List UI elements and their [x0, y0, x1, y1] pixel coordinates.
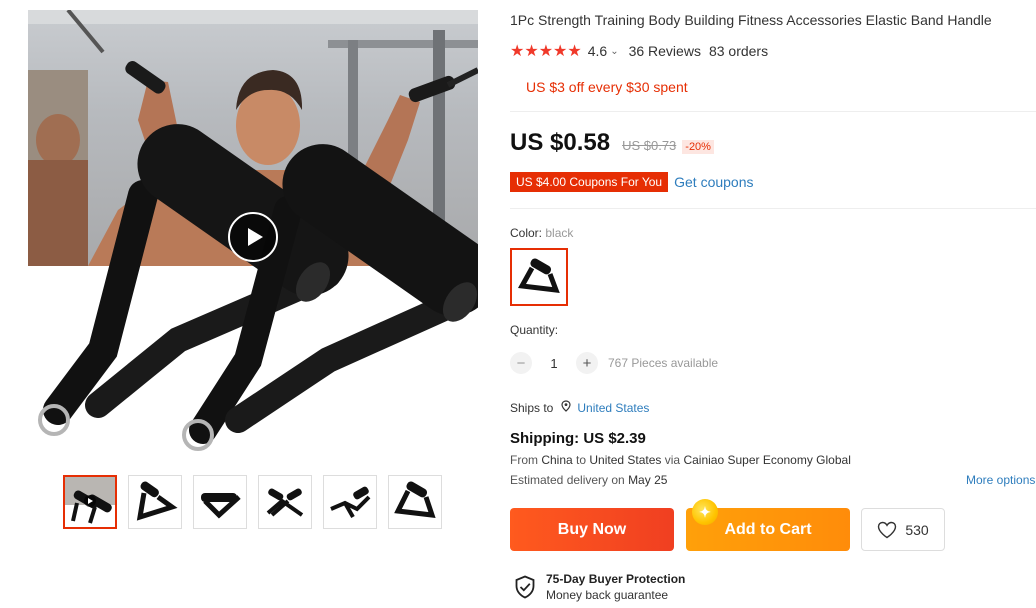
to-label: to	[576, 453, 590, 467]
delivery-label: Estimated delivery on	[510, 473, 629, 487]
get-coupons-link[interactable]: Get coupons	[674, 174, 753, 190]
thumbnail-video-preview	[65, 477, 115, 527]
handle-thumbnail-image	[136, 481, 178, 521]
heart-icon	[877, 521, 897, 539]
shipping-route: From China to United States via Cainiao …	[510, 453, 851, 467]
discount-badge: -20%	[682, 140, 714, 154]
ships-to-label: Ships to	[510, 400, 554, 415]
shield-check-icon	[514, 575, 536, 599]
thumbnail-3[interactable]	[193, 475, 247, 529]
buy-now-button[interactable]: Buy Now	[510, 508, 674, 551]
wishlist-button[interactable]: 530	[861, 508, 945, 551]
thumbnail-6[interactable]	[388, 475, 442, 529]
store-promo-text[interactable]: US $3 off every $30 spent	[526, 79, 688, 95]
ships-to-row: Ships to United States	[510, 400, 649, 415]
original-price: US $0.73	[622, 138, 677, 153]
protection-subtitle: Money back guarantee	[546, 588, 669, 602]
handle-thumbnail-image	[394, 481, 436, 518]
ship-country-selector[interactable]: United States	[577, 401, 649, 415]
play-icon	[247, 228, 263, 246]
coupon-badge[interactable]: US $4.00 Coupons For You	[510, 172, 669, 192]
protection-text: 75-Day Buyer Protection Money back guara…	[546, 572, 685, 602]
thumbnail-2[interactable]	[128, 475, 182, 529]
play-video-button[interactable]	[228, 212, 278, 262]
handle-swatch-image	[518, 258, 560, 293]
reviews-link[interactable]: 36 Reviews	[629, 43, 701, 59]
thumbnail-5[interactable]	[323, 475, 377, 529]
thumbnail-4[interactable]	[258, 475, 312, 529]
color-value: black	[545, 226, 574, 240]
delivery-date: May 25	[628, 473, 668, 487]
price-row: US $0.58 US $0.73 -20%	[510, 129, 714, 157]
quantity-label: Quantity:	[510, 323, 559, 337]
rating-value[interactable]: 4.6	[588, 43, 607, 59]
divider	[510, 111, 1036, 112]
color-label: Color: black	[510, 226, 573, 240]
from-label: From	[510, 453, 542, 467]
quantity-plus-button[interactable]: +	[576, 352, 598, 374]
wishlist-count: 530	[905, 521, 929, 538]
handle-thumbnail-image	[266, 488, 304, 517]
location-pin-icon	[561, 400, 571, 415]
add-to-cart-label: Add to Cart	[724, 520, 812, 538]
product-title: 1Pc Strength Training Body Building Fitn…	[510, 12, 992, 28]
quantity-stepper: − 1 + 767 Pieces available	[510, 352, 718, 374]
ship-to: United States	[589, 453, 665, 467]
quantity-minus-button[interactable]: −	[510, 352, 532, 374]
current-price: US $0.58	[510, 129, 611, 156]
handle-thumbnail-image	[201, 493, 241, 519]
star-rating-icon: ★★★★★	[510, 43, 582, 60]
more-shipping-options-link[interactable]: More options	[966, 473, 1035, 487]
color-option-black[interactable]	[510, 248, 568, 306]
add-to-cart-button[interactable]: ✦ Add to Cart	[686, 499, 850, 551]
main-product-image[interactable]	[28, 10, 478, 460]
orders-count: 83 orders	[708, 43, 769, 59]
via-label: via	[664, 453, 684, 467]
pieces-available: 767 Pieces available	[608, 356, 719, 370]
chevron-down-icon[interactable]: ⌄	[610, 46, 618, 57]
thumbnail-1[interactable]	[63, 475, 117, 529]
action-buttons: Buy Now ✦ Add to Cart 530	[510, 499, 945, 551]
rating-row: ★★★★★ 4.6 ⌄ 36 Reviews 83 orders	[510, 41, 768, 61]
color-label-text: Color:	[510, 226, 543, 240]
coin-icon: ✦	[692, 499, 718, 525]
ship-from: China	[541, 453, 577, 467]
buyer-protection: 75-Day Buyer Protection Money back guara…	[514, 572, 685, 602]
thumbnail-strip	[63, 475, 442, 529]
divider	[510, 208, 1036, 209]
quantity-input[interactable]: 1	[532, 356, 576, 371]
protection-title: 75-Day Buyer Protection	[546, 572, 686, 586]
estimated-delivery: Estimated delivery on May 25	[510, 473, 667, 487]
coupon-row: US $4.00 Coupons For You Get coupons	[510, 172, 754, 192]
handle-thumbnail-image	[330, 486, 371, 518]
shipping-cost: Shipping: US $2.39	[510, 430, 646, 447]
shipping-carrier: Cainiao Super Economy Global	[683, 453, 851, 467]
